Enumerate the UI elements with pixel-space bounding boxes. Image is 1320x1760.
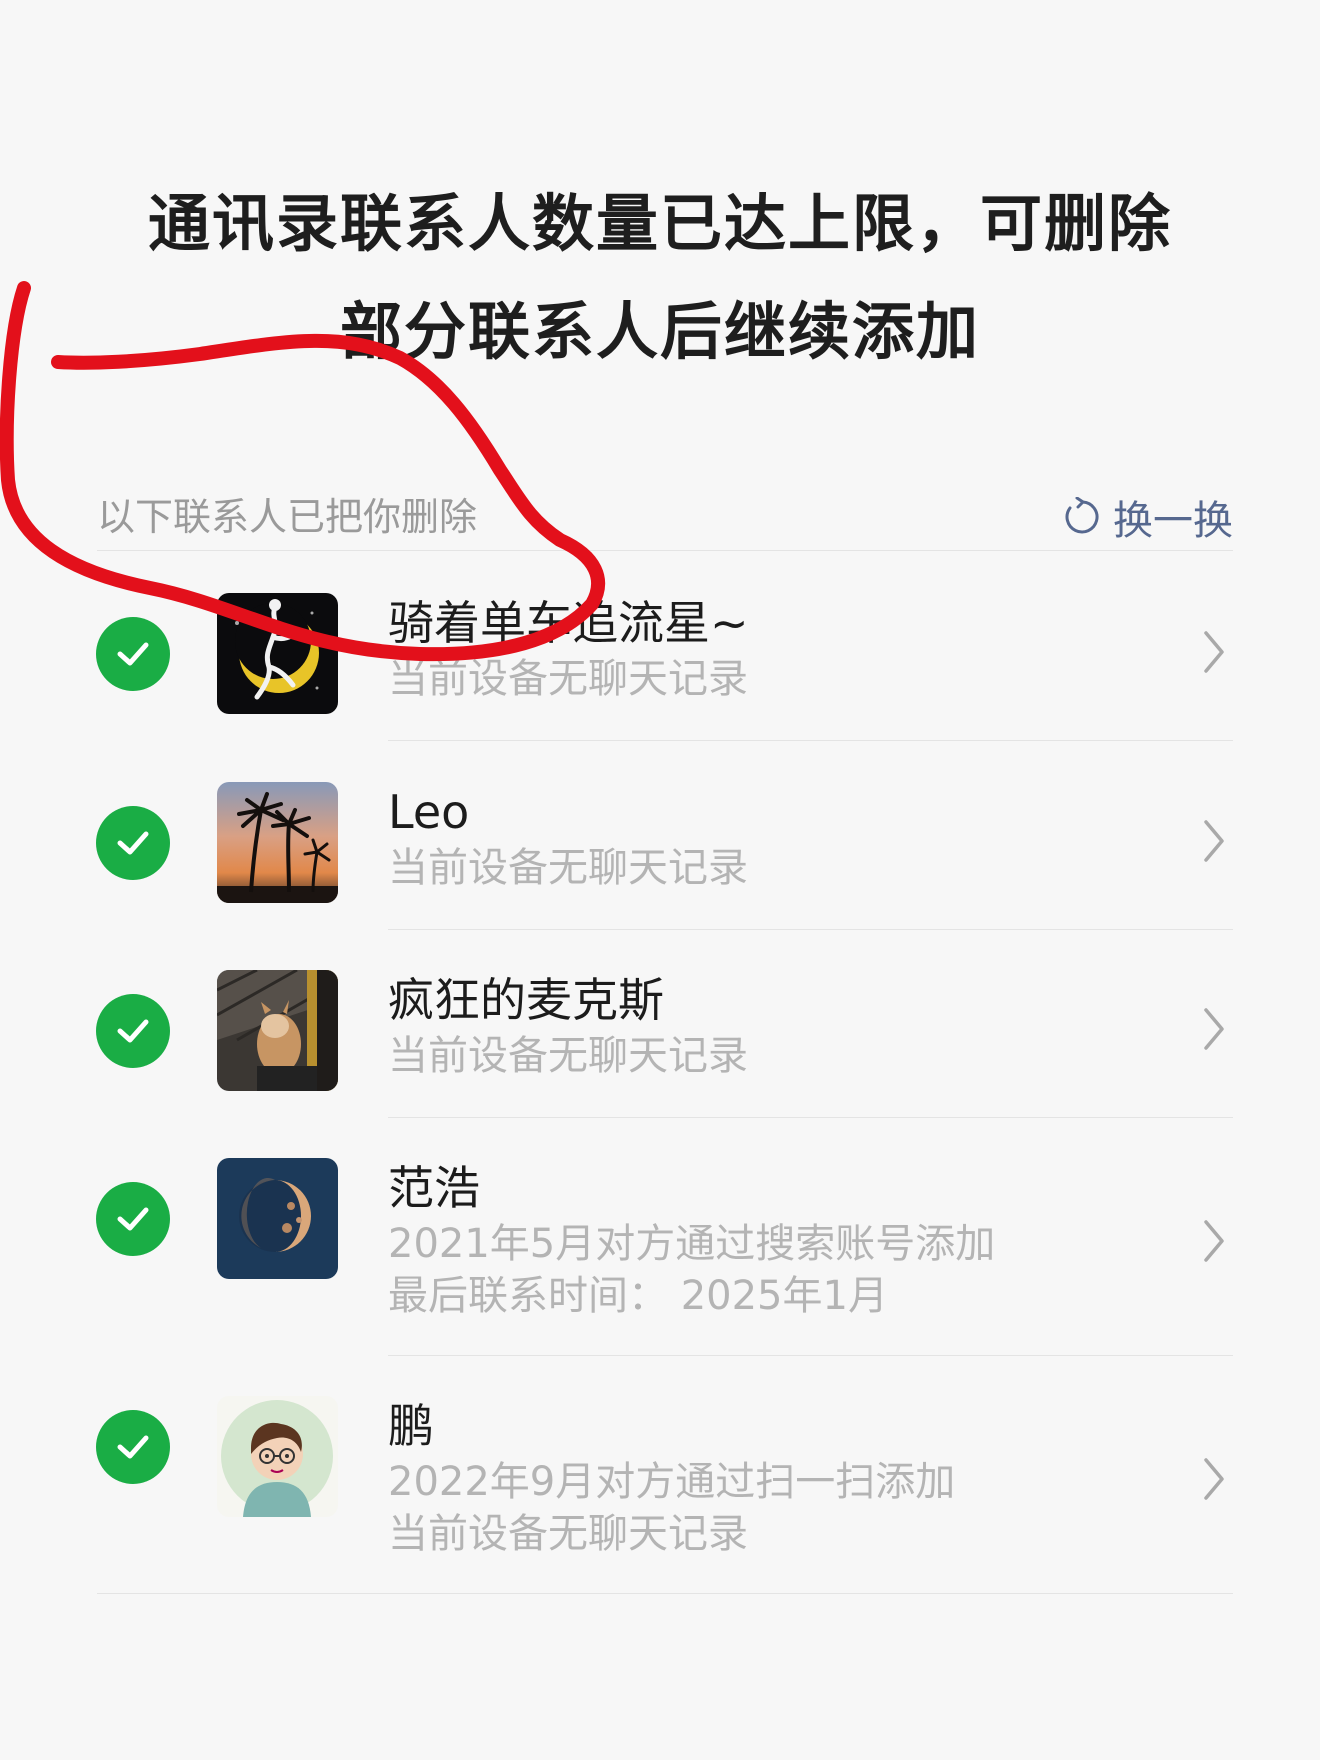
- checkbox-checked[interactable]: [96, 806, 170, 880]
- contact-row[interactable]: 范浩 2021年5月对方通过搜索账号添加 最后联系时间： 2025年1月: [0, 1118, 1320, 1356]
- contact-detail-1: 当前设备无聊天记录: [388, 1033, 748, 1079]
- chevron-right-icon: [1204, 631, 1224, 673]
- refresh-icon: [1065, 497, 1099, 534]
- page-title: 通讯录联系人数量已达上限，可删除 部分联系人后继续添加: [0, 170, 1320, 386]
- title-line-1: 通讯录联系人数量已达上限，可删除: [147, 187, 1172, 260]
- half-moon-avatar: [217, 1158, 338, 1279]
- contact-name: 范浩: [388, 1161, 480, 1215]
- contact-row[interactable]: 鹏 2022年9月对方通过扫一扫添加 当前设备无聊天记录: [0, 1356, 1320, 1594]
- contact-info: Leo 当前设备无聊天记录: [388, 782, 748, 894]
- palm-sunset-avatar: [217, 782, 338, 903]
- contact-row[interactable]: 疯狂的麦克斯 当前设备无聊天记录: [0, 930, 1320, 1118]
- chevron-right-icon: [1204, 1220, 1224, 1262]
- contact-row[interactable]: Leo 当前设备无聊天记录: [0, 742, 1320, 930]
- contact-info: 疯狂的麦克斯 当前设备无聊天记录: [388, 970, 748, 1082]
- checkbox-checked[interactable]: [96, 1410, 170, 1484]
- contact-detail-1: 2021年5月对方通过搜索账号添加: [388, 1221, 996, 1267]
- check-icon: [117, 1019, 149, 1043]
- chevron-right-icon: [1204, 820, 1224, 862]
- check-icon: [117, 1207, 149, 1231]
- contact-name: Leo: [388, 785, 470, 839]
- contact-detail-1: 2022年9月对方通过扫一扫添加: [388, 1459, 956, 1505]
- check-icon: [117, 831, 149, 855]
- contact-info: 骑着单车追流星~ 当前设备无聊天记录: [388, 593, 749, 705]
- contact-row[interactable]: 骑着单车追流星~ 当前设备无聊天记录: [0, 553, 1320, 741]
- contact-detail-2: 最后联系时间： 2025年1月: [388, 1273, 888, 1319]
- contact-name: 鹏: [388, 1399, 434, 1453]
- list-bottom-divider: [97, 1593, 1233, 1594]
- cartoon-boy-avatar: [217, 1396, 338, 1517]
- chevron-right-icon: [1204, 1008, 1224, 1050]
- refresh-button[interactable]: 换一换: [1061, 484, 1233, 550]
- contact-detail-1: 当前设备无聊天记录: [388, 656, 748, 702]
- contact-detail-2: 当前设备无聊天记录: [388, 1511, 748, 1557]
- refresh-label: 换一换: [1113, 498, 1233, 544]
- title-line-2: 部分联系人后继续添加: [339, 295, 980, 368]
- contact-info: 鹏 2022年9月对方通过扫一扫添加 当前设备无聊天记录: [388, 1396, 955, 1560]
- moon-silhouette-avatar: [217, 593, 338, 714]
- contact-info: 范浩 2021年5月对方通过搜索账号添加 最后联系时间： 2025年1月: [388, 1158, 995, 1322]
- check-icon: [117, 642, 149, 666]
- contact-name: 骑着单车追流星~: [388, 596, 749, 650]
- check-icon: [117, 1435, 149, 1459]
- checkbox-checked[interactable]: [96, 994, 170, 1068]
- chevron-right-icon: [1204, 1458, 1224, 1500]
- contact-name: 疯狂的麦克斯: [388, 973, 664, 1027]
- checkbox-checked[interactable]: [96, 617, 170, 691]
- row-divider: [388, 740, 1233, 741]
- dog-photo-avatar: [217, 970, 338, 1091]
- checkbox-checked[interactable]: [96, 1182, 170, 1256]
- contact-detail-1: 当前设备无聊天记录: [388, 845, 748, 891]
- section-label: 以下联系人已把你删除: [97, 495, 478, 539]
- deleted-contacts-header: 以下联系人已把你删除 换一换: [97, 484, 1233, 551]
